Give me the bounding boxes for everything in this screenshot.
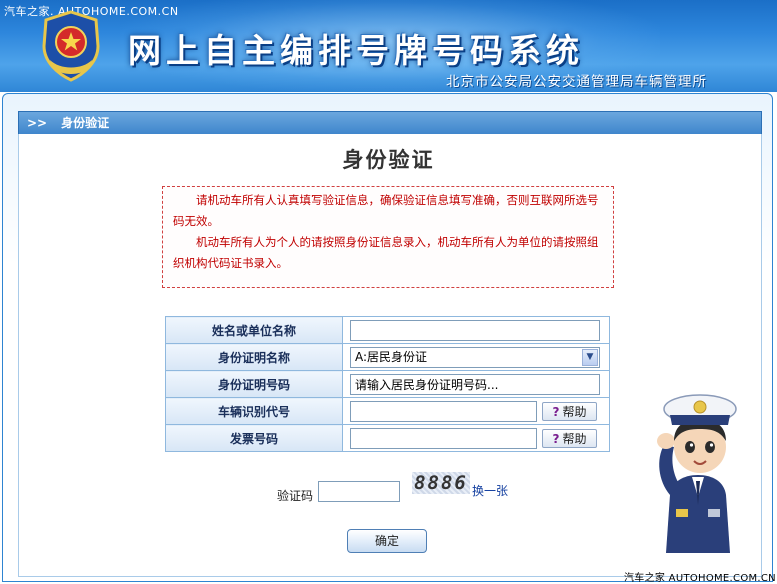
header-banner: 汽车之家. AUTOHOME.COM.CN 网上自主编排号牌号码系统 北京市公安… xyxy=(0,0,777,92)
captcha-label: 验证码 xyxy=(277,489,314,503)
section-header: >> 身份验证 xyxy=(18,111,762,135)
vin-input[interactable] xyxy=(350,400,537,422)
form-row-name: 姓名或单位名称 xyxy=(165,316,610,344)
organization-name: 北京市公安局公安交通管理局车辆管理所 xyxy=(446,74,707,90)
chevron-down-icon[interactable]: ▼ xyxy=(582,348,598,366)
system-title: 网上自主编排号牌号码系统 xyxy=(128,31,584,70)
captcha-refresh-link[interactable]: 换一张 xyxy=(472,482,508,499)
question-mark-icon: ? xyxy=(552,431,560,446)
police-mascot-icon xyxy=(657,394,737,553)
form-row-id-number: 身份证明号码 xyxy=(165,370,610,398)
bottom-watermark: 汽车之家 AUTOHOME.COM.CN xyxy=(624,573,776,584)
notice-box: 请机动车所有人认真填写验证信息，确保验证信息填写准确，否则互联网所选号码无效。 … xyxy=(162,186,614,288)
page-title: 身份验证 xyxy=(342,148,435,172)
section-label: 身份验证 xyxy=(61,116,110,130)
id-type-select[interactable]: A:居民身份证 ▼ xyxy=(350,346,600,368)
form-row-vin: 车辆识别代号 ? 帮助 xyxy=(165,397,610,425)
invoice-input[interactable] xyxy=(350,427,537,449)
id-number-label: 身份证明号码 xyxy=(165,370,343,398)
id-number-input[interactable] xyxy=(350,373,600,395)
form-row-invoice: 发票号码 ? 帮助 xyxy=(165,424,610,452)
identity-form: 姓名或单位名称 身份证明名称 A:居民身份证 ▼ 身份证明号码 车辆识别代号 ?… xyxy=(165,316,610,452)
vin-help-button[interactable]: ? 帮助 xyxy=(542,401,597,421)
name-input[interactable] xyxy=(350,319,600,341)
invoice-help-button[interactable]: ? 帮助 xyxy=(542,428,597,448)
captcha-image: 8886 xyxy=(412,472,470,494)
confirm-button[interactable]: 确定 xyxy=(347,529,427,553)
id-type-label: 身份证明名称 xyxy=(165,343,343,371)
police-emblem-icon xyxy=(42,10,100,82)
form-row-id-type: 身份证明名称 A:居民身份证 ▼ xyxy=(165,343,610,371)
id-type-selected: A:居民身份证 xyxy=(355,349,428,364)
notice-paragraph-1: 请机动车所有人认真填写验证信息，确保验证信息填写准确，否则互联网所选号码无效。 xyxy=(173,193,599,228)
question-mark-icon: ? xyxy=(552,404,560,419)
vin-help-label: 帮助 xyxy=(562,404,587,419)
invoice-label: 发票号码 xyxy=(165,424,343,452)
captcha-input[interactable] xyxy=(318,481,400,502)
vin-label: 车辆识别代号 xyxy=(165,397,343,425)
invoice-help-label: 帮助 xyxy=(562,431,587,446)
section-arrow-icon: >> xyxy=(27,116,48,130)
notice-paragraph-2: 机动车所有人为个人的请按照身份证信息录入，机动车所有人为单位的请按照组织机构代码… xyxy=(173,235,599,270)
name-label: 姓名或单位名称 xyxy=(165,316,343,344)
